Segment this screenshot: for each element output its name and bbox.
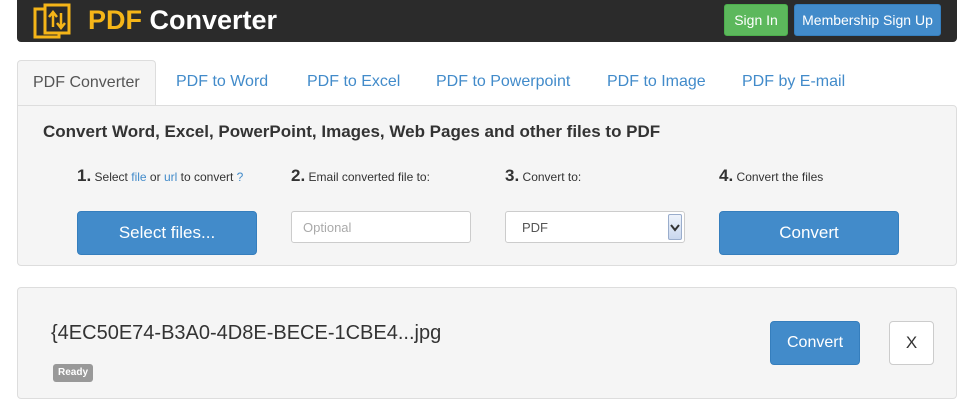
step-1-suffix: to convert	[180, 170, 234, 184]
select-url-link[interactable]: url	[164, 170, 177, 184]
sign-in-button[interactable]: Sign In	[724, 4, 788, 36]
pdf-converter-logo-icon	[33, 3, 71, 39]
step-4-label: 4. Convert the files	[719, 166, 823, 186]
step-4-text: Convert the files	[736, 170, 824, 184]
email-input[interactable]	[291, 211, 471, 243]
convert-to-select[interactable]: PDF	[505, 211, 685, 243]
select-file-link[interactable]: file	[131, 170, 146, 184]
tab-pdf-to-excel[interactable]: PDF to Excel	[307, 60, 400, 106]
step-3-text: Convert to:	[522, 170, 582, 184]
tab-pdf-by-email[interactable]: PDF by E-mail	[742, 60, 845, 106]
app-title-converter: Converter	[149, 5, 278, 35]
help-link[interactable]: ?	[237, 170, 244, 184]
tab-pdf-to-powerpoint[interactable]: PDF to Powerpoint	[436, 60, 570, 106]
step-1-number: 1.	[77, 166, 92, 185]
step-2-label: 2. Email converted file to:	[291, 166, 430, 186]
tab-pdf-to-word[interactable]: PDF to Word	[176, 60, 268, 106]
step-3-label: 3. Convert to:	[505, 166, 581, 186]
convert-to-value: PDF	[522, 220, 548, 235]
file-convert-button[interactable]: Convert	[770, 321, 860, 365]
step-1-label: 1. Select file or url to convert ?	[77, 166, 243, 186]
convert-button[interactable]: Convert	[719, 211, 899, 255]
step-1-or: or	[149, 170, 161, 184]
step-1-text: Select	[94, 170, 128, 184]
select-files-button[interactable]: Select files...	[77, 211, 257, 255]
file-name: {4EC50E74-B3A0-4D8E-BECE-1CBE4...jpg	[51, 322, 442, 344]
tab-bar: PDF Converter PDF to Word PDF to Excel P…	[17, 60, 957, 106]
step-2-number: 2.	[291, 166, 306, 185]
app-title: PDF Converter	[88, 4, 277, 36]
app-title-pdf: PDF	[88, 5, 142, 35]
tab-pdf-to-image[interactable]: PDF to Image	[607, 60, 706, 106]
status-badge: Ready	[53, 364, 94, 382]
tab-pdf-converter[interactable]: PDF Converter	[17, 60, 156, 106]
remove-file-button[interactable]: X	[889, 321, 934, 365]
file-list-panel: {4EC50E74-B3A0-4D8E-BECE-1CBE4...jpg Rea…	[17, 287, 957, 399]
converter-panel: Convert Word, Excel, PowerPoint, Images,…	[17, 105, 957, 266]
converter-title: Convert Word, Excel, PowerPoint, Images,…	[43, 122, 661, 141]
step-3-number: 3.	[505, 166, 520, 185]
chevron-down-icon[interactable]	[668, 214, 682, 240]
step-2-text: Email converted file to:	[308, 170, 430, 184]
top-header: PDF Converter Sign In Membership Sign Up	[17, 0, 957, 42]
step-4-number: 4.	[719, 166, 734, 185]
membership-sign-up-button[interactable]: Membership Sign Up	[794, 4, 941, 36]
